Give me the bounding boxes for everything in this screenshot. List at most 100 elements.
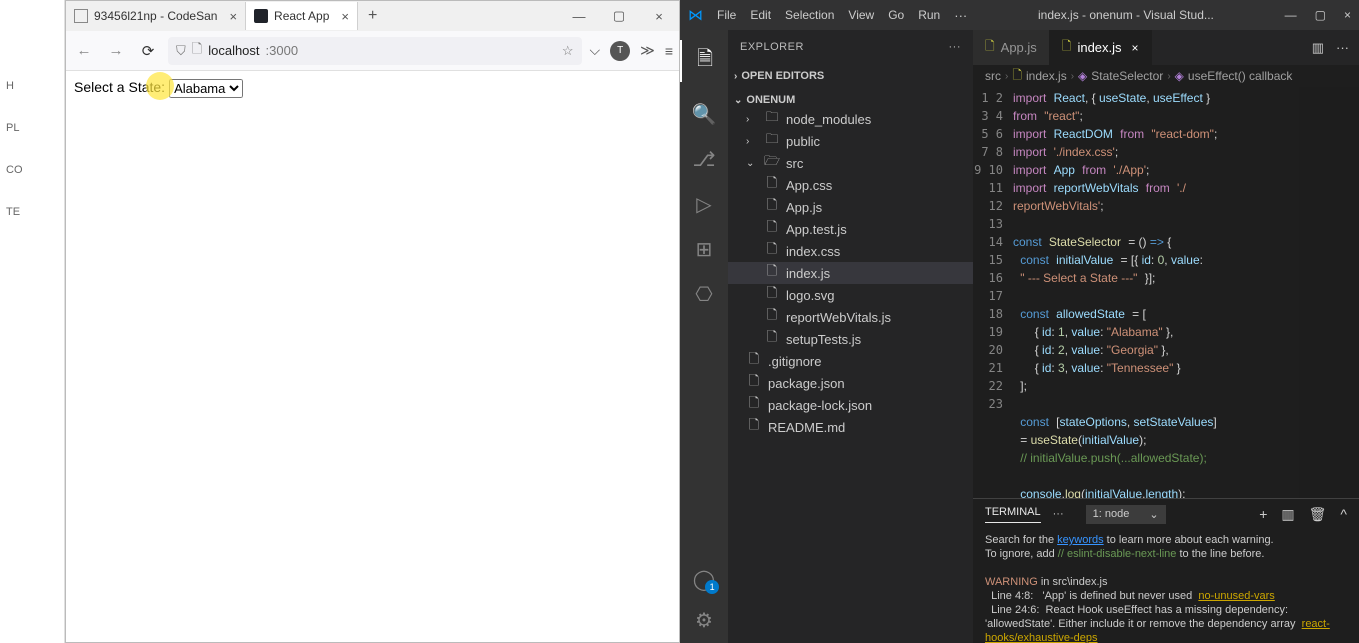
explorer-more-icon[interactable]: ··· <box>949 41 962 53</box>
extensions-icon[interactable]: ⊞ <box>696 237 713 262</box>
file-item[interactable]: 🗋index.css <box>728 240 973 262</box>
minimap[interactable] <box>1299 87 1359 498</box>
file-item[interactable]: 🗋App.test.js <box>728 218 973 240</box>
vscode-title-bar: ⋈ File Edit Selection View Go Run ··· in… <box>680 0 1359 30</box>
lock-icon: 🗋 <box>192 40 202 62</box>
remote-icon[interactable]: ⎔ <box>695 282 712 307</box>
browser-tab-active[interactable]: React App × <box>246 2 358 30</box>
bg-text: PL <box>0 122 64 134</box>
menu-go[interactable]: Go <box>888 8 904 22</box>
file-item[interactable]: 🗋logo.svg <box>728 284 973 306</box>
hamburger-menu-icon[interactable]: ≡ <box>665 43 673 59</box>
nav-back-icon[interactable]: ← <box>72 42 96 59</box>
browser-tab[interactable]: 93456l21np - CodeSan × <box>66 2 246 30</box>
vscode-window: ⋈ File Edit Selection View Go Run ··· in… <box>680 0 1359 643</box>
file-item-selected[interactable]: 🗋index.js <box>728 262 973 284</box>
file-item[interactable]: 🗋reportWebVitals.js <box>728 306 973 328</box>
file-icon: 🗋 <box>764 306 780 328</box>
terminal-selector[interactable]: 1: node⌄ <box>1086 505 1166 524</box>
run-debug-icon[interactable]: ▷ <box>696 192 711 217</box>
url-bar: ← → ⟳ ⛉ 🗋 localhost:3000 ☆ ⌵ T ≫ ≡ <box>66 31 679 71</box>
settings-gear-icon[interactable]: ⚙ <box>695 608 713 633</box>
menu-run[interactable]: Run <box>918 8 940 22</box>
menu-overflow-icon[interactable]: ··· <box>954 8 967 23</box>
tab-title: 93456l21np - CodeSan <box>94 9 217 23</box>
maximize-button[interactable]: ▢ <box>599 1 639 31</box>
folder-icon: 🗀 <box>764 108 780 130</box>
open-editors-section[interactable]: › OPEN EDITORS <box>728 68 973 84</box>
folder-src[interactable]: ⌄🗁src <box>728 152 973 174</box>
menu-edit[interactable]: Edit <box>750 8 771 22</box>
project-section[interactable]: ⌄ ONENUM <box>728 92 973 108</box>
bg-text: TE <box>0 206 64 218</box>
code-editor[interactable]: 1 2 3 4 5 6 7 8 9 10 11 12 13 14 15 16 1… <box>973 87 1359 498</box>
maximize-panel-icon[interactable]: ^ <box>1340 506 1347 523</box>
editor-tab-active[interactable]: 🗋index.js× <box>1050 30 1152 65</box>
file-item[interactable]: 🗋App.js <box>728 196 973 218</box>
file-icon: 🗋 <box>746 350 762 372</box>
menu-selection[interactable]: Selection <box>785 8 834 22</box>
account-avatar-icon[interactable]: T <box>610 41 630 61</box>
terminal-output[interactable]: Search for the keywords to learn more ab… <box>973 529 1359 643</box>
new-terminal-icon[interactable]: + <box>1259 506 1267 523</box>
file-item[interactable]: 🗋setupTests.js <box>728 328 973 350</box>
close-window-button[interactable]: × <box>1344 8 1351 22</box>
bookmark-star-icon[interactable]: ☆ <box>562 43 574 59</box>
split-editor-icon[interactable]: ▥ <box>1312 40 1324 56</box>
file-item[interactable]: 🗋package.json <box>728 372 973 394</box>
terminal-overflow-icon[interactable]: ··· <box>1053 508 1064 520</box>
close-tab-icon[interactable]: × <box>1132 41 1139 55</box>
editor-area: 🗋App.js 🗋index.js× ▥ ··· src› 🗋index.js›… <box>973 30 1359 643</box>
split-terminal-icon[interactable]: ▥ <box>1281 506 1294 523</box>
terminal-panel: TERMINAL ··· 1: node⌄ + ▥ 🗑 ^ Search for… <box>973 498 1359 643</box>
close-window-button[interactable]: × <box>639 1 679 31</box>
editor-tab-row: 🗋App.js 🗋index.js× ▥ ··· <box>973 30 1359 65</box>
new-tab-button[interactable]: + <box>358 7 387 25</box>
more-actions-icon[interactable]: ··· <box>1336 40 1349 55</box>
menu-view[interactable]: View <box>848 8 874 22</box>
file-icon: 🗋 <box>764 284 780 306</box>
file-item[interactable]: 🗋.gitignore <box>728 350 973 372</box>
close-tab-icon[interactable]: × <box>229 9 237 24</box>
chevron-right-icon: › <box>734 71 737 82</box>
react-favicon-icon <box>254 9 268 23</box>
source-control-icon[interactable]: ⎇ <box>692 147 715 172</box>
kill-terminal-icon[interactable]: 🗑 <box>1309 506 1327 523</box>
url-path: :3000 <box>266 43 299 58</box>
minimize-button[interactable]: — <box>559 1 599 31</box>
address-input[interactable]: ⛉ 🗋 localhost:3000 ☆ <box>168 37 582 65</box>
page-content: Select a State: Alabama <box>66 71 679 642</box>
file-item[interactable]: 🗋package-lock.json <box>728 394 973 416</box>
symbol-icon: ◈ <box>1175 69 1184 83</box>
breadcrumb[interactable]: src› 🗋index.js› ◈StateSelector› ◈useEffe… <box>973 65 1359 87</box>
explorer-icon[interactable]: 🗎 <box>680 40 728 82</box>
menu-file[interactable]: File <box>717 8 736 22</box>
file-item[interactable]: 🗋App.css <box>728 174 973 196</box>
search-icon[interactable]: 🔍 <box>692 102 717 127</box>
file-icon: 🗋 <box>746 394 762 416</box>
overflow-icon[interactable]: ≫ <box>640 42 655 59</box>
account-icon[interactable]: ◯ <box>693 567 715 592</box>
close-tab-icon[interactable]: × <box>341 9 349 24</box>
reload-icon[interactable]: ⟳ <box>136 42 160 60</box>
minimize-button[interactable]: — <box>1285 8 1297 22</box>
activity-bar: 🗎 🔍 ⎇ ▷ ⊞ ⎔ ◯ ⚙ <box>680 30 728 643</box>
file-icon: 🗋 <box>764 174 780 196</box>
file-icon: 🗋 <box>764 218 780 240</box>
code-content[interactable]: import React, { useState, useEffect } fr… <box>1013 87 1299 498</box>
file-icon: 🗋 <box>764 262 780 284</box>
chevron-down-icon: ⌄ <box>1149 508 1158 521</box>
window-title: index.js - onenum - Visual Stud... <box>1038 8 1214 22</box>
nav-forward-icon: → <box>104 42 128 59</box>
maximize-button[interactable]: ▢ <box>1315 8 1326 22</box>
background-page-strip: H PL CO TE <box>0 0 65 643</box>
folder-node-modules[interactable]: ›🗀node_modules <box>728 108 973 130</box>
editor-tab[interactable]: 🗋App.js <box>973 30 1050 65</box>
file-icon: 🗋 <box>764 328 780 350</box>
folder-public[interactable]: ›🗀public <box>728 130 973 152</box>
url-domain: localhost <box>208 43 259 58</box>
state-select[interactable]: Alabama <box>169 79 243 98</box>
file-item[interactable]: 🗋README.md <box>728 416 973 438</box>
pocket-icon[interactable]: ⌵ <box>590 42 601 59</box>
terminal-tab[interactable]: TERMINAL <box>985 506 1041 523</box>
